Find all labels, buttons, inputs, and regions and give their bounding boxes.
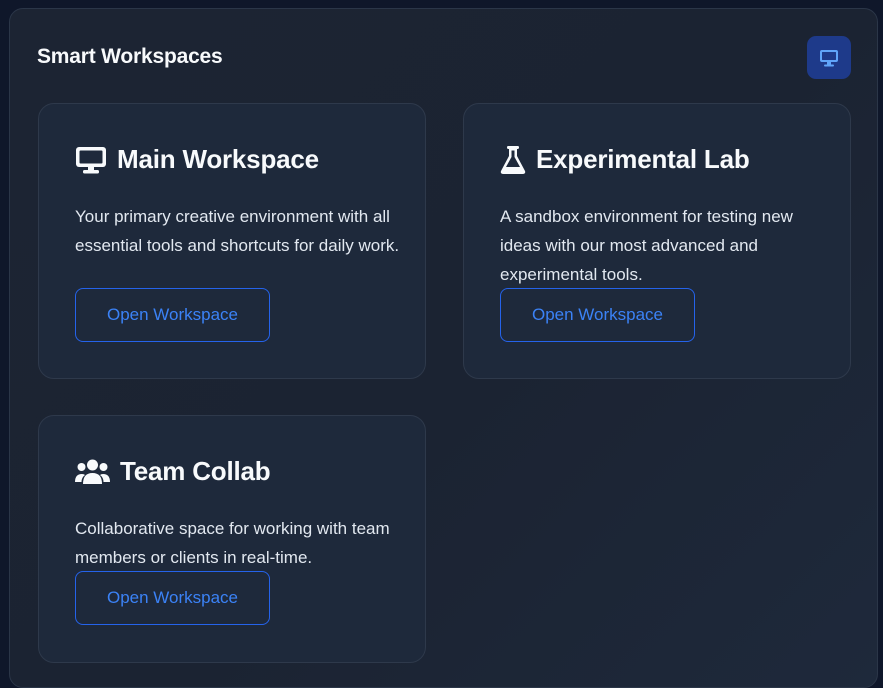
workspace-description: Collaborative space for working with tea… [75,519,390,567]
workspace-card-main: Main Workspace Your primary creative env… [38,103,426,379]
workspace-title-text: Main Workspace [117,144,319,174]
smart-workspaces-panel: Smart Workspaces Main Workspace Your pri… [9,8,878,688]
desktop-icon [75,146,107,174]
workspace-card-title: Team Collab [75,456,271,487]
workspace-card-team: Team Collab Collaborative space for work… [38,415,426,663]
panel-title: Smart Workspaces [37,45,223,68]
open-workspace-button[interactable]: Open Workspace [75,571,270,625]
open-workspace-button[interactable]: Open Workspace [75,288,270,342]
workspace-description: Your primary creative environment with a… [75,207,400,255]
workspace-card-title: Main Workspace [75,144,319,175]
desktop-icon [819,49,839,67]
workspace-card-title: Experimental Lab [500,144,750,175]
open-workspace-button[interactable]: Open Workspace [500,288,695,342]
workspace-card-experimental: Experimental Lab A sandbox environment f… [463,103,851,379]
users-icon [75,458,110,486]
workspace-title-text: Experimental Lab [536,144,750,174]
desktop-view-button[interactable] [807,36,851,79]
workspace-description: A sandbox environment for testing new id… [500,207,793,284]
flask-icon [500,145,526,175]
workspace-title-text: Team Collab [120,456,271,486]
